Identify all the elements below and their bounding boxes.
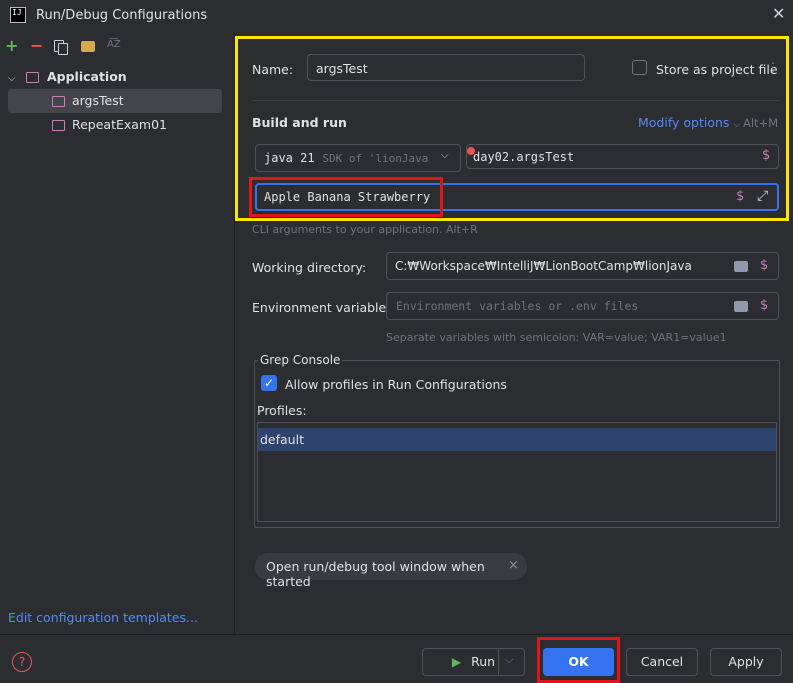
footer-divider: [0, 634, 793, 635]
chevron-down-icon[interactable]: ⌵: [505, 653, 513, 667]
config-icon: [51, 96, 65, 107]
apply-button[interactable]: Apply: [710, 648, 782, 676]
application-config-icon: [25, 72, 39, 83]
tree-node-application[interactable]: ⌵ Application: [8, 65, 222, 89]
env-label: Environment variables:: [252, 300, 397, 315]
folder-icon[interactable]: [734, 261, 748, 272]
close-icon[interactable]: ✕: [772, 4, 785, 23]
tree-root-label: Application: [46, 69, 127, 84]
allow-profiles-label: Allow profiles in Run Configurations: [285, 377, 507, 392]
run-split-divider: [498, 648, 499, 676]
chevron-down-icon[interactable]: ⌵: [8, 67, 22, 91]
folder-add-icon[interactable]: [81, 41, 95, 52]
macro-icon[interactable]: $: [760, 298, 768, 313]
cli-hint: CLI arguments to your application. Alt+R: [252, 223, 478, 236]
remove-icon[interactable]: −: [30, 36, 43, 55]
env-hint: Separate variables with semicolon: VAR=v…: [386, 331, 727, 344]
add-icon[interactable]: +: [5, 36, 18, 55]
help-icon[interactable]: ?: [12, 652, 32, 672]
edit-templates-link[interactable]: Edit configuration templates...: [8, 610, 198, 625]
env-input[interactable]: Environment variables or .env files: [386, 292, 779, 320]
run-label: Run: [471, 654, 496, 669]
highlight-box-build: [235, 36, 789, 221]
chip-label: Open run/debug tool window when started: [266, 559, 485, 589]
macro-icon[interactable]: $: [760, 258, 768, 273]
tree-item-label: RepeatExam01: [71, 117, 168, 132]
copy-icon-front: [58, 43, 68, 55]
profiles-label: Profiles:: [257, 403, 307, 418]
run-icon: ▶: [451, 655, 462, 669]
intellij-logo: IJ: [10, 7, 26, 23]
workdir-input[interactable]: C:₩Workspace₩IntelliJ₩LionBootCamp₩lionJ…: [386, 252, 779, 280]
tree-item-label: argsTest: [71, 93, 124, 108]
highlight-box-ok: [537, 637, 620, 683]
allow-profiles-checkbox[interactable]: ✓: [261, 375, 277, 391]
grep-console-title: Grep Console: [258, 353, 343, 367]
chip-close-icon[interactable]: ×: [508, 558, 519, 573]
cancel-button[interactable]: Cancel: [626, 648, 698, 676]
folder-icon[interactable]: [734, 301, 748, 312]
sort-icon[interactable]: A͞Z: [107, 39, 121, 50]
window-title: Run/Debug Configurations: [36, 8, 208, 23]
tree-item-argstest[interactable]: argsTest: [8, 89, 222, 113]
tree-item-repeatexam01[interactable]: RepeatExam01: [8, 113, 222, 137]
config-icon: [51, 120, 65, 131]
list-item[interactable]: default: [258, 428, 776, 451]
option-chip[interactable]: Open run/debug tool window when started: [255, 553, 527, 589]
workdir-label: Working directory:: [252, 260, 367, 275]
